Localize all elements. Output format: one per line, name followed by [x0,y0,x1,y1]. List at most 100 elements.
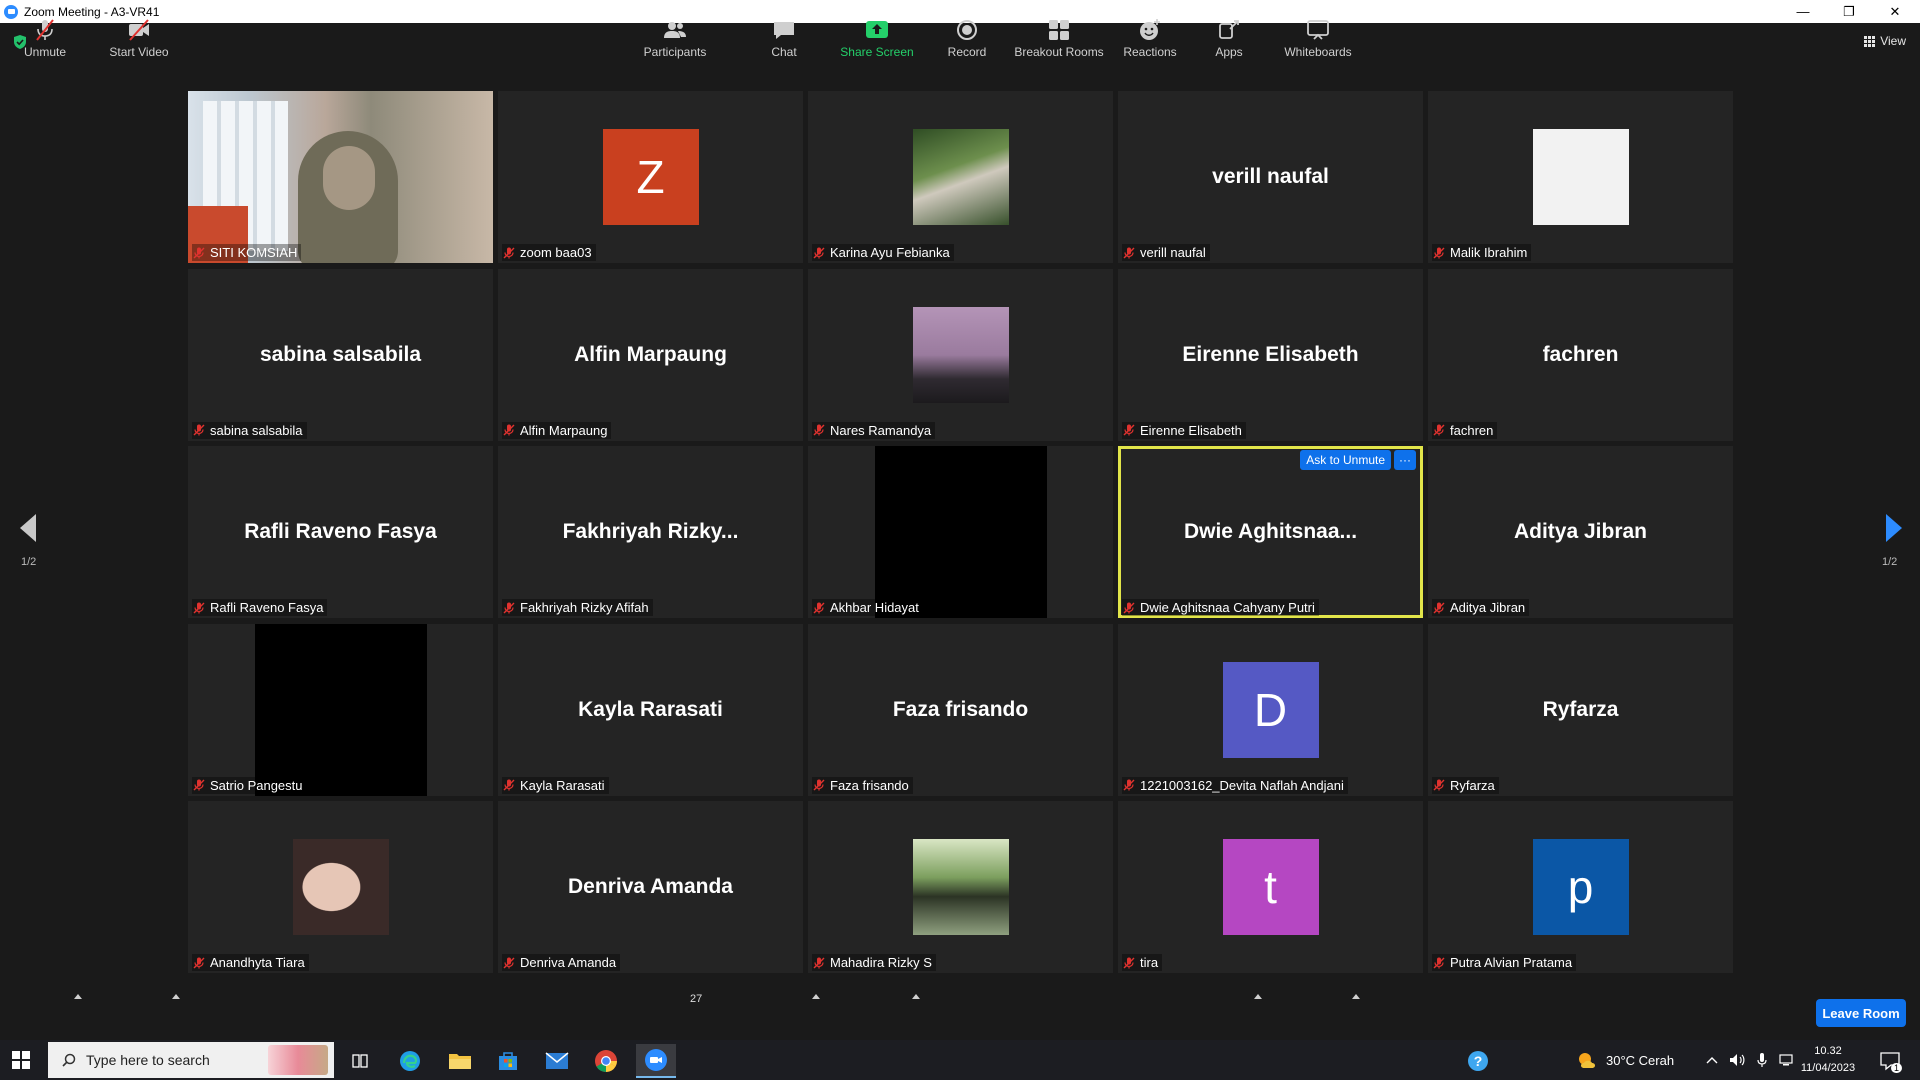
video-tile[interactable]: D 1221003162_Devita Naflah Andjani [1118,623,1423,796]
chat-button[interactable]: Chat [764,0,804,65]
search-placeholder: Type here to search [86,1052,210,1068]
video-tile[interactable]: Karina Ayu Febianka [808,91,1113,263]
chrome-browser-icon[interactable] [586,1044,626,1078]
video-tile[interactable]: Nares Ramandya [808,268,1113,441]
more-options-button[interactable]: ··· [1394,450,1416,470]
participant-display-name: Alfin Marpaung [574,342,727,366]
chat-options-caret-icon[interactable] [812,994,820,999]
video-tile[interactable]: Z zoom baa03 [498,91,803,263]
apps-button[interactable]: Apps [1206,0,1252,65]
video-tile[interactable]: Malik Ibrahim [1428,91,1733,263]
participant-profile-photo [292,839,389,935]
video-tile[interactable]: sabina salsabila sabina salsabila [188,268,493,441]
participant-display-name: Faza frisando [892,697,1029,721]
video-tile[interactable]: Akhbar Hidayat [808,446,1113,618]
weather-text: 30°C Cerah [1606,1052,1675,1068]
participant-name-tag: Dwie Aghitsnaa Cahyany Putri [1122,599,1319,616]
share-screen-button[interactable]: Share Screen [840,0,914,65]
participants-button[interactable]: Participants [638,0,712,65]
weather-widget[interactable]: 30°C Cerah [1576,1040,1674,1080]
video-tile-active[interactable]: Dwie Aghitsnaa... Ask to Unmute ··· Dwie… [1118,446,1423,618]
video-tile[interactable]: Mahadira Rizky S [808,801,1113,973]
video-tile[interactable]: Alfin Marpaung Alfin Marpaung [498,268,803,441]
reactions-button[interactable]: Reactions [1120,0,1180,65]
participant-name-tag: Alfin Marpaung [502,421,612,439]
video-tile[interactable]: Denriva Amanda Denriva Amanda [498,801,803,973]
start-video-button[interactable]: Start Video [104,0,174,65]
network-icon[interactable] [1778,1053,1796,1067]
microsoft-store-icon[interactable] [488,1044,528,1078]
microphone-in-use-icon[interactable] [1756,1052,1768,1068]
whiteboards-button[interactable]: Whiteboards [1280,0,1356,65]
show-hidden-icons-chevron-icon[interactable] [1706,1055,1718,1065]
muted-mic-icon [1123,247,1135,258]
participant-profile-photo [1532,129,1629,225]
video-tile[interactable]: fachren fachren [1428,268,1733,441]
unmute-button[interactable]: Unmute [20,0,70,65]
participant-avatar: t [1222,839,1319,935]
file-explorer-icon[interactable] [440,1044,480,1078]
muted-mic-icon [503,424,515,436]
video-tile[interactable]: Eirenne Elisabeth Eirenne Elisabeth [1118,268,1423,441]
video-tile[interactable]: SITI KOMSIAH [188,91,493,263]
video-tile[interactable]: Kayla Rarasati Kayla Rarasati [498,623,803,796]
muted-mic-icon [503,779,515,791]
participant-name-tag: Anandhyta Tiara [192,954,309,971]
windows-start-icon[interactable] [12,1051,30,1069]
video-tile[interactable]: Aditya Jibran Aditya Jibran [1428,446,1733,618]
record-button[interactable]: Record [942,0,992,65]
video-tile[interactable]: Rafli Raveno Fasya Rafli Raveno Fasya [188,446,493,618]
zoom-app-icon [4,4,18,19]
task-view-icon[interactable] [340,1044,380,1078]
share-options-caret-icon[interactable] [912,994,920,999]
video-options-caret-icon[interactable] [172,994,180,999]
participant-name-tag: Rafli Raveno Fasya [192,599,328,616]
video-tile[interactable]: Fakhriyah Rizky... Fakhriyah Rizky Afifa… [498,446,803,618]
participant-video-off-frame [254,623,427,796]
participant-name-tag: Denriva Amanda [502,954,621,971]
zoom-taskbar-icon[interactable] [636,1044,676,1078]
leave-room-button[interactable]: Leave Room [1816,999,1906,1027]
participant-profile-photo [912,306,1009,403]
video-tile[interactable]: Ryfarza Ryfarza [1428,623,1733,796]
participant-display-name: Kayla Rarasati [578,697,723,721]
grid-view-icon [1864,35,1876,47]
video-tile[interactable]: verill naufal verill naufal [1118,91,1423,263]
participant-count-badge: 27 [690,993,703,1005]
participants-label: Participants [643,45,707,59]
video-tile[interactable]: p Putra Alvian Pratama [1428,801,1733,973]
muted-mic-icon [193,957,205,968]
participant-video-off-frame [874,446,1047,618]
apps-icon [1219,20,1239,39]
previous-page-arrow-icon[interactable] [20,514,36,542]
minimize-button[interactable]: — [1780,0,1826,23]
participant-name-tag: Putra Alvian Pratama [1432,954,1577,971]
whiteboards-options-caret-icon[interactable] [1352,994,1360,999]
participant-display-name: Aditya Jibran [1513,520,1648,543]
help-icon[interactable]: ? [1458,1044,1498,1078]
muted-mic-icon [503,957,515,968]
view-button[interactable]: View [1864,34,1906,48]
maximize-button[interactable]: ❐ [1826,0,1872,23]
edge-browser-icon[interactable] [390,1044,430,1078]
participant-name-tag: Nares Ramandya [812,421,936,439]
search-highlight-image [268,1045,328,1075]
participant-video [188,91,493,263]
video-tile[interactable]: Satrio Pangestu [188,623,493,796]
audio-options-caret-icon[interactable] [74,994,82,999]
ask-to-unmute-button[interactable]: Ask to Unmute [1300,450,1391,470]
breakout-rooms-button[interactable]: Breakout Rooms [1012,0,1106,65]
video-tile[interactable]: Anandhyta Tiara [188,801,493,973]
taskbar-search-box[interactable]: Type here to search [48,1042,334,1078]
close-button[interactable]: ✕ [1872,0,1918,23]
taskbar-clock[interactable]: 10.32 11/04/2023 [1798,1043,1858,1077]
apps-options-caret-icon[interactable] [1254,994,1262,999]
volume-icon[interactable] [1728,1052,1746,1068]
notification-center-icon[interactable]: 1 [1870,1044,1910,1078]
next-page-arrow-icon[interactable] [1886,514,1902,542]
participant-name-tag: Kayla Rarasati [502,776,609,794]
video-tile[interactable]: Faza frisando Faza frisando [808,623,1113,796]
video-tile[interactable]: t tira [1118,801,1423,973]
mail-icon[interactable] [537,1044,577,1078]
start-video-label: Start Video [109,45,169,59]
